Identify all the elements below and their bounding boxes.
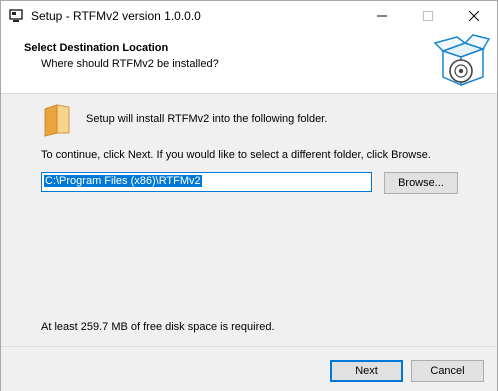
disk-space-text: At least 259.7 MB of free disk space is … — [41, 321, 275, 333]
destination-path-value: C:\Program Files (x86)\RTFMv2 — [44, 175, 202, 187]
wizard-footer: Next Cancel — [1, 346, 497, 391]
setup-window: Setup - RTFMv2 version 1.0.0.0 Select De… — [0, 0, 498, 391]
minimize-icon[interactable] — [359, 1, 405, 31]
setup-app-icon — [9, 9, 23, 23]
destination-path-input[interactable]: C:\Program Files (x86)\RTFMv2 — [41, 172, 372, 192]
wizard-body: Setup will install RTFMv2 into the follo… — [1, 94, 497, 346]
maximize-icon[interactable] — [405, 1, 451, 31]
cancel-button[interactable]: Cancel — [411, 360, 484, 382]
close-icon[interactable] — [451, 1, 497, 31]
installer-box-disc-icon — [433, 33, 491, 91]
folder-icon — [43, 103, 73, 137]
next-button[interactable]: Next — [330, 360, 403, 382]
page-subtitle: Where should RTFMv2 be installed? — [41, 58, 219, 70]
title-bar[interactable]: Setup - RTFMv2 version 1.0.0.0 — [1, 1, 497, 31]
continue-instruction-text: To continue, click Next. If you would li… — [41, 149, 431, 161]
install-info-text: Setup will install RTFMv2 into the follo… — [86, 113, 328, 125]
page-title: Select Destination Location — [24, 42, 169, 54]
window-title: Setup - RTFMv2 version 1.0.0.0 — [31, 9, 201, 23]
wizard-header: Select Destination Location Where should… — [1, 31, 497, 94]
browse-button[interactable]: Browse... — [384, 172, 458, 194]
